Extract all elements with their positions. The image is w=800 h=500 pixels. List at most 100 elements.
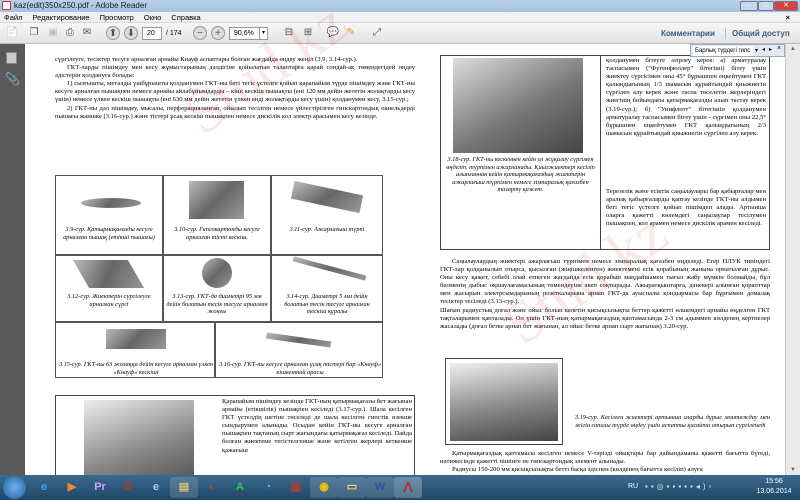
find-bar: Барлық түрдегі гипс ▾ ◂ ▸ × xyxy=(690,44,785,57)
divider xyxy=(600,56,601,249)
figure-cell: 3.14-сур. Диаметрі 5 мм дейін болатын те… xyxy=(271,255,383,322)
saw-image xyxy=(265,332,332,348)
figure-cell: 3.10-сур. Гипсокартонды кесуге арналған … xyxy=(163,175,271,255)
premiere-icon[interactable]: Pr xyxy=(86,477,114,498)
word-icon[interactable]: W xyxy=(366,477,394,498)
clock-time[interactable]: 15:56 xyxy=(752,478,796,485)
find-close-icon[interactable]: × xyxy=(777,45,781,52)
taskbar: e ▶ Pr O e ▤ ◐ A ◔ ▥ ◉ ▭ W ⋀ RU ▪▪◎▪▪▪▪▪… xyxy=(0,475,800,500)
app-icon[interactable]: ◔ xyxy=(254,477,282,498)
document-page: сүргілеуге, тесіктер тесуге арналған арн… xyxy=(25,0,785,480)
toolbar: 📄 ❐ ▣ ⎙ ✉ ⬆ ⬇ 20 / 174 − + 90,6% ▾ ⊟ ⊞ 💬… xyxy=(0,23,800,44)
acrobat-icon[interactable]: ⋀ xyxy=(394,477,422,498)
opera-icon[interactable]: O xyxy=(114,477,142,498)
paragraph: Радиусы 150-200 мм қисықсызықты бетті ба… xyxy=(452,466,703,474)
language-indicator[interactable]: RU xyxy=(628,483,638,490)
figure-cell: 3.9-сур. Қатырмақағазды кесуге арналған … xyxy=(55,175,163,255)
print-icon[interactable]: ⎙ xyxy=(63,26,77,40)
menu-window[interactable]: Окно xyxy=(140,12,167,22)
sanding-photo xyxy=(453,58,583,153)
zoom-out-icon[interactable]: − xyxy=(193,26,207,40)
box-text: Қарапайым пішімдеу кезінде ГКТ-ның қатыр… xyxy=(222,398,413,454)
box-text: Терезелік және есіктік саңылаулары бар қ… xyxy=(606,188,766,228)
save-icon[interactable]: ▣ xyxy=(46,26,60,40)
figure-caption: 3.18-сур. ГКТ-ны кескеннен кейін ол жұқа… xyxy=(446,156,595,193)
close-doc-button[interactable]: × xyxy=(782,12,796,22)
media-player-icon[interactable]: ▶ xyxy=(58,477,86,498)
email-icon[interactable]: ✉ xyxy=(80,26,94,40)
cutting-photo xyxy=(84,400,194,480)
paragraph: Қатырмақағаздық қаптамасы кесілген немес… xyxy=(440,450,770,466)
figure-table: 3.9-сур. Қатырмақағазды кесуге арналған … xyxy=(55,175,415,378)
figure-caption: 3.9-сур. Қатырмақағазды кесуге арналған … xyxy=(63,226,155,241)
tray-icons[interactable]: ▪▪◎▪▪▪▪▪◂)▫ xyxy=(645,482,714,491)
next-page-icon[interactable]: ⬇ xyxy=(124,26,138,40)
awl-image xyxy=(292,256,367,281)
fit-page-icon[interactable]: ⊟ xyxy=(282,26,296,40)
minimize-button[interactable]: – xyxy=(740,1,758,11)
left-text: сүргілеуге, тесіктер тесуге арналған арн… xyxy=(55,56,415,121)
page-total: / 174 xyxy=(166,30,182,37)
menu-edit[interactable]: Редактирование xyxy=(28,12,95,22)
pdf-icon[interactable]: ▥ xyxy=(282,477,310,498)
hole-saw-image xyxy=(202,258,232,288)
paragraph: Саңылаулардың жиектері ажарлағыш түрпіме… xyxy=(440,258,770,306)
attachment-icon[interactable]: 📎 xyxy=(5,72,20,86)
clock-date[interactable]: 13.06.2014 xyxy=(752,488,796,495)
window-title: kaz(edit)350x250.pdf - Adobe Reader xyxy=(14,1,147,10)
paragraph: 2) ГКТ-ны дәл пішімдеу, мысалы, перфорац… xyxy=(55,104,415,120)
title-bar: kaz(edit)350x250.pdf - Adobe Reader – □ … xyxy=(0,0,800,12)
figure-caption: 3.11-сур. Ажарлағыш түрпі xyxy=(289,226,365,233)
figure-caption: 3.19-сур. Кесілген жиектері артынша олар… xyxy=(575,414,770,429)
reader-icon[interactable]: ◐ xyxy=(198,477,226,498)
zoom-input[interactable]: 90,6% xyxy=(229,27,261,40)
find-previous-icon[interactable]: ◂ xyxy=(762,46,765,53)
vertical-scrollbar[interactable]: ▲ ▼ xyxy=(785,44,800,475)
paragraph: сүргілеуге, тесіктер тесуге арналған арн… xyxy=(55,56,358,63)
ie-icon[interactable]: e xyxy=(142,477,170,498)
right-text-bottom: Қатырмақағаздық қаптамасы кесілген немес… xyxy=(440,450,770,474)
highlight-icon[interactable]: ✎ xyxy=(344,26,358,40)
figure-caption: 3.13-сур. ГКТ-да диаметрі 95 мм дейін бо… xyxy=(166,293,268,315)
find-dropdown-icon[interactable]: ▾ xyxy=(755,47,758,54)
comment-icon[interactable]: 💬 xyxy=(326,26,340,40)
menu-help[interactable]: Справка xyxy=(167,12,206,22)
combine-icon[interactable]: ❐ xyxy=(27,26,41,40)
fit-width-icon[interactable]: ⊞ xyxy=(301,26,315,40)
comments-button[interactable]: Комментарии xyxy=(661,29,715,38)
scroll-up-icon[interactable]: ▲ xyxy=(790,46,796,52)
zoom-in-icon[interactable]: + xyxy=(211,26,225,40)
previous-page-icon[interactable]: ⬆ xyxy=(106,26,120,40)
right-text: Саңылаулардың жиектері ажарлағыш түрпіме… xyxy=(440,258,770,331)
figure-cell: 3.11-сур. Ажарлағыш түрпі xyxy=(271,175,383,255)
find-input[interactable]: Барлық түрдегі гипс xyxy=(693,46,753,56)
start-button[interactable] xyxy=(3,476,26,499)
pages-icon[interactable] xyxy=(6,52,17,64)
pdf-icon xyxy=(2,1,11,10)
font-icon[interactable]: A xyxy=(226,477,254,498)
page-number-input[interactable]: 20 xyxy=(142,27,162,40)
ie-icon[interactable]: e xyxy=(30,477,58,498)
share-button[interactable]: Общий доступ xyxy=(732,29,790,38)
figure-caption: 3.10-сур. Гипсокартонды кесуге арналған … xyxy=(174,226,260,241)
figure-cell: 3.15-сур. ГКТ-ны 63 жолаққа дейін кесуге… xyxy=(55,322,215,378)
close-button[interactable]: ✕ xyxy=(774,1,798,11)
rasp-image xyxy=(290,180,364,214)
maximize-button[interactable]: □ xyxy=(758,1,774,11)
large-cutter-image xyxy=(106,329,166,349)
paragraph: Шағын радиустық доғал және ойыс болып ке… xyxy=(440,306,770,330)
menu-file[interactable]: Файл xyxy=(0,12,28,22)
plane-image xyxy=(72,260,145,288)
menu-view[interactable]: Просмотр xyxy=(96,12,140,22)
figure-caption: 3.16-сур. ГКТ-ны кесуге арналған ұсақ ті… xyxy=(218,361,382,376)
create-icon[interactable]: 📄 xyxy=(5,26,19,40)
archive-icon[interactable]: ▤ xyxy=(170,477,198,498)
divider xyxy=(725,28,726,39)
find-next-icon[interactable]: ▸ xyxy=(769,46,772,53)
scroll-down-icon[interactable]: ▼ xyxy=(790,467,796,473)
chrome-icon[interactable]: ◉ xyxy=(310,477,338,498)
zoom-dropdown-icon[interactable]: ▾ xyxy=(259,27,268,40)
figure-cell: 3.12-сур. Жиектерін сүргілеуге арналған … xyxy=(55,255,163,322)
expand-icon[interactable]: ⤢ xyxy=(370,26,384,40)
explorer-icon[interactable]: ▭ xyxy=(338,477,366,498)
